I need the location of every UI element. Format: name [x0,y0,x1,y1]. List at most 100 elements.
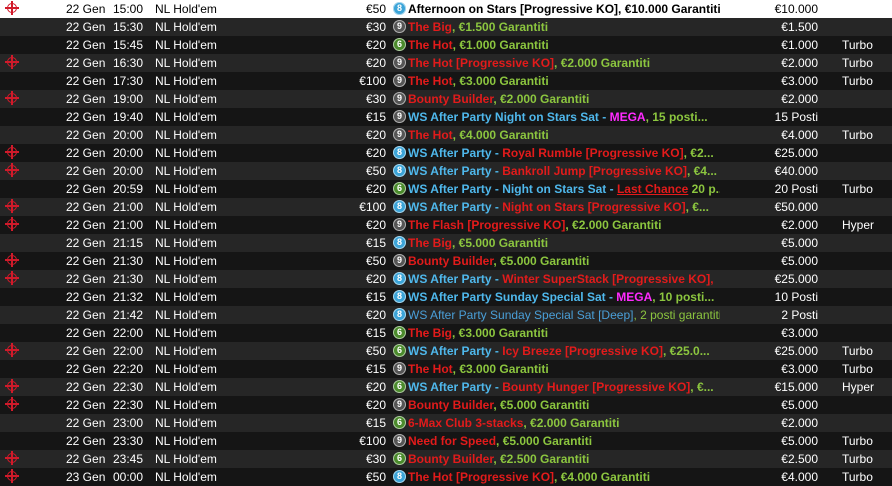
tournament-name-cell[interactable]: 9 WS After Party Night on Stars Sat - MEG… [393,108,720,126]
prize-cell: €3.000 [781,362,818,376]
speed-cell [842,396,892,414]
name-segment: 20 p... [691,182,720,196]
prize-cell: €25.000 [774,146,818,160]
buyin-cell: €30 [365,452,386,466]
name-segment: , €3.000 Garantiti [452,74,549,88]
tournament-row[interactable]: 22 Gen 23:45 NL Hold'em €30 6 Bounty Builder,… [0,450,892,468]
tournament-name-cell[interactable]: 8 The Big, €5.000 Garantiti [393,234,720,252]
date-cell: 22 Gen [66,2,106,16]
tournament-name-cell[interactable]: 8 WS After Party - Night on Stars [Progre… [393,198,720,216]
tournament-row[interactable]: 22 Gen 20:00 NL Hold'em €20 8 WS After Party … [0,144,892,162]
name-segment: The Big [408,236,452,250]
tournament-name-cell[interactable]: 9 The Big, €1.500 Garantiti [393,18,720,36]
tournament-row[interactable]: 22 Gen 19:00 NL Hold'em €30 9 Bounty Builder,… [0,90,892,108]
tournament-name-cell[interactable]: 8 WS After Party - Royal Rumble [Progress… [393,144,720,162]
tournament-name-cell[interactable]: 6 WS After Party - Icy Breeze [Progressiv… [393,342,720,360]
ko-cell [0,288,30,306]
tournament-row[interactable]: 22 Gen 21:32 NL Hold'em €15 8 WS After Party … [0,288,892,306]
table-size-badge: 9 [393,128,406,142]
name-segment: WS After Party [408,380,492,394]
tournament-name-cell[interactable]: 6 The Hot, €1.000 Garantiti [393,36,720,54]
tournament-name-cell[interactable]: 8 WS After Party Sunday Special Sat [Deep… [393,306,720,324]
time-cell: 21:32 [113,290,144,304]
time-cell: 21:30 [113,272,144,286]
tournament-name-cell[interactable]: 8 WS After Party Sunday Special Sat - MEG… [393,288,720,306]
tournament-row[interactable]: 22 Gen 15:30 NL Hold'em €30 9 The Big, €1.500… [0,18,892,36]
tournament-row[interactable]: 22 Gen 22:00 NL Hold'em €15 6 The Big, €3.000… [0,324,892,342]
ko-cell [0,180,30,198]
table-size-badge: 6 [393,452,406,466]
tournament-row[interactable]: 22 Gen 16:30 NL Hold'em €20 9 The Hot [Progre… [0,54,892,72]
tournament-name-cell[interactable]: 9 Bounty Builder, €2.000 Garantiti [393,90,720,108]
time-cell: 23:45 [113,452,144,466]
tournament-row[interactable]: 22 Gen 20:00 NL Hold'em €50 8 WS After Party … [0,162,892,180]
tournament-row[interactable]: 23 Gen 00:00 NL Hold'em €50 8 The Hot [Progre… [0,468,892,486]
tournament-name-cell[interactable]: 6 6-Max Club 3-stacks, €2.000 Garantiti [393,414,720,432]
tournament-name-cell[interactable]: 6 The Big, €3.000 Garantiti [393,324,720,342]
tournament-row[interactable]: 22 Gen 19:40 NL Hold'em €15 9 WS After Party … [0,108,892,126]
name-segment: - [609,182,617,196]
tournament-name-cell[interactable]: 8 WS After Party - Winter SuperStack [Pro… [393,270,720,288]
game-cell: NL Hold'em [155,164,217,178]
tournament-name-cell[interactable]: 9 The Hot, €4.000 Garantiti [393,126,720,144]
name-segment: , €4... [686,164,717,178]
ko-cell [0,360,30,378]
buyin-cell: €20 [365,182,386,196]
tournament-list: 22 Gen 15:00 NL Hold'em €50 8 Afternoon on St… [0,0,892,486]
tournament-row[interactable]: 22 Gen 21:30 NL Hold'em €50 9 Bounty Builder,… [0,252,892,270]
name-segment: - [491,344,503,358]
tournament-name-cell[interactable]: 9 The Flash [Progressive KO], €2.000 Gara… [393,216,720,234]
table-size-badge: 8 [393,272,406,286]
date-cell: 22 Gen [66,452,106,466]
tournament-name-cell[interactable]: 6 WS After Party - Night on Stars Sat - L… [393,180,720,198]
date-cell: 22 Gen [66,74,106,88]
crosshair-icon [5,469,19,483]
tournament-row[interactable]: 22 Gen 15:00 NL Hold'em €50 8 Afternoon on St… [0,0,892,18]
tournament-row[interactable]: 22 Gen 21:15 NL Hold'em €15 8 The Big, €5.000… [0,234,892,252]
tournament-row[interactable]: 22 Gen 15:45 NL Hold'em €20 6 The Hot, €1.000… [0,36,892,54]
tournament-name-cell[interactable]: 9 Bounty Builder, €5.000 Garantiti [393,396,720,414]
name-segment: , €2.000 Garantiti [523,416,620,430]
tournament-name-cell[interactable]: 8 The Hot [Progressive KO], €4.000 Garant… [393,468,720,486]
tournament-name-cell[interactable]: 9 The Hot, €3.000 Garantiti [393,72,720,90]
tournament-row[interactable]: 22 Gen 22:20 NL Hold'em €15 9 The Hot, €3.000… [0,360,892,378]
tournament-name-cell[interactable]: 9 Need for Speed, €5.000 Garantiti [393,432,720,450]
name-segment: , €5.000 Garantiti [496,434,593,448]
tournament-name-cell[interactable]: 8 WS After Party - Bankroll Jump [Progres… [393,162,720,180]
tournament-row[interactable]: 22 Gen 20:59 NL Hold'em €20 6 WS After Party … [0,180,892,198]
tournament-row[interactable]: 22 Gen 23:30 NL Hold'em €100 9 Need for Speed… [0,432,892,450]
tournament-row[interactable]: 22 Gen 22:00 NL Hold'em €50 6 WS After Party … [0,342,892,360]
tournament-row[interactable]: 22 Gen 21:30 NL Hold'em €20 8 WS After Party … [0,270,892,288]
name-segment: Bounty Builder [408,254,494,268]
game-cell: NL Hold'em [155,236,217,250]
ko-cell [0,54,30,72]
speed-cell: Turbo [842,470,873,484]
time-cell: 22:30 [113,398,144,412]
tournament-row[interactable]: 22 Gen 22:30 NL Hold'em €20 6 WS After Party … [0,378,892,396]
tournament-name-cell[interactable]: 9 The Hot [Progressive KO], €2.000 Garant… [393,54,720,72]
tournament-name-cell[interactable]: 9 Bounty Builder, €5.000 Garantiti [393,252,720,270]
tournament-row[interactable]: 22 Gen 23:00 NL Hold'em €15 6 6-Max Club 3-st… [0,414,892,432]
tournament-row[interactable]: 22 Gen 21:00 NL Hold'em €20 9 The Flash [Prog… [0,216,892,234]
name-segment: , 10 posti... [652,290,715,304]
tournament-row[interactable]: 22 Gen 17:30 NL Hold'em €100 9 The Hot, €3.00… [0,72,892,90]
tournament-row[interactable]: 22 Gen 20:00 NL Hold'em €20 9 The Hot, €4.000… [0,126,892,144]
time-cell: 00:00 [113,470,144,484]
date-cell: 22 Gen [66,56,106,70]
table-size-badge: 9 [393,56,406,70]
tournament-name-cell[interactable]: 6 WS After Party - Bounty Hunger [Progres… [393,378,720,396]
tournament-name-cell[interactable]: 9 The Hot, €3.000 Garantiti [393,360,720,378]
name-segment: , €2... [683,146,714,160]
game-cell: NL Hold'em [155,290,217,304]
name-segment: , €2.000 Garantiti [565,218,662,232]
tournament-row[interactable]: 22 Gen 22:30 NL Hold'em €20 9 Bounty Builder,… [0,396,892,414]
tournament-row[interactable]: 22 Gen 21:42 NL Hold'em €20 8 WS After Party … [0,306,892,324]
tournament-row[interactable]: 22 Gen 21:00 NL Hold'em €100 8 WS After Party… [0,198,892,216]
date-cell: 22 Gen [66,254,106,268]
speed-cell: Turbo [842,362,873,376]
tournament-name-cell[interactable]: 8 Afternoon on Stars [Progressive KO], €1… [393,0,720,18]
prize-cell: €2.000 [781,416,818,430]
prize-cell: 20 Posti [774,182,818,196]
tournament-name-cell[interactable]: 6 Bounty Builder, €2.500 Garantiti [393,450,720,468]
speed-cell: Turbo [842,182,873,196]
